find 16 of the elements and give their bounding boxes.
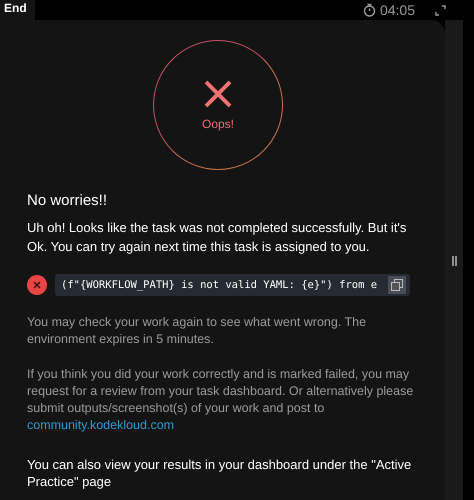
close-icon <box>203 79 233 109</box>
status-label: Oops! <box>202 117 234 131</box>
drag-handle-icon[interactable] <box>452 256 456 266</box>
timer: 04:05 <box>380 2 415 18</box>
copy-button[interactable] <box>388 276 406 294</box>
note-text: If you think you did your work correctly and is marked failed, you may request for a review from your task dashboard. Or alternatively please submit outputs/screenshot(s) of your work and post to community.kodekloud.com <box>27 366 414 434</box>
community-link[interactable]: community.kodekloud.com <box>27 418 174 432</box>
error-code: (f"{WORKFLOW_PATH} is not valid YAML: {e}") from e <box>61 279 378 291</box>
intro-text: Uh oh! Looks like the task was not completed successfully. But it's Ok. You can try again next time this task is assigned to you. <box>27 219 408 256</box>
expand-icon[interactable] <box>435 4 446 16</box>
heading: No worries!! <box>27 192 108 209</box>
note-text: You may check your work again to see what went wrong. The environment expires in 5 minutes. <box>27 314 368 348</box>
stopwatch-icon <box>362 3 376 17</box>
footer-text: You can also view your results in your dashboard under the "Active Practice" page <box>27 456 412 490</box>
end-button[interactable]: End <box>0 0 35 20</box>
error-icon <box>27 275 47 295</box>
